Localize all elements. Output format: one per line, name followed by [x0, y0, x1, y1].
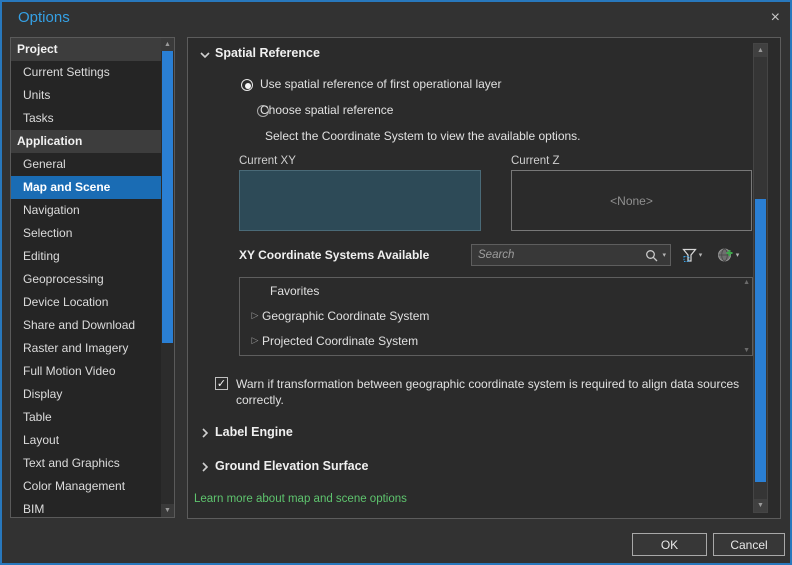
- list-scroll-up-icon[interactable]: ▲: [743, 279, 750, 286]
- main-scrollbar-thumb[interactable]: [755, 199, 766, 482]
- sidebar-item-general[interactable]: General: [11, 153, 161, 176]
- learn-more-link[interactable]: Learn more about map and scene options: [194, 493, 407, 505]
- list-item-projected[interactable]: ▷ Projected Coordinate System: [240, 328, 752, 353]
- scroll-up-icon[interactable]: ▲: [754, 44, 767, 57]
- list-item-label: Geographic Coordinate System: [262, 308, 430, 323]
- search-box[interactable]: ▾: [471, 244, 671, 266]
- sidebar-item-navigation[interactable]: Navigation: [11, 199, 161, 222]
- section-title-label-engine[interactable]: Label Engine: [215, 425, 293, 439]
- sidebar-item-device-location[interactable]: Device Location: [11, 291, 161, 314]
- current-z-value: <None>: [610, 193, 653, 208]
- search-icon[interactable]: [645, 249, 658, 262]
- options-dialog: Options × Project Current Settings Units…: [0, 0, 792, 565]
- main-panel: Spatial Reference Use spatial reference …: [187, 37, 781, 519]
- current-xy-label: Current XY: [239, 155, 296, 167]
- section-title-spatial-reference[interactable]: Spatial Reference: [215, 46, 320, 60]
- search-caret-icon[interactable]: ▾: [658, 251, 670, 259]
- radio-use-first-layer-label[interactable]: Use spatial reference of first operation…: [260, 77, 501, 91]
- sidebar-item-map-and-scene[interactable]: Map and Scene: [11, 176, 161, 199]
- coordinate-system-list: Favorites ▷ Geographic Coordinate System…: [239, 277, 753, 356]
- chevron-right-icon[interactable]: [201, 462, 209, 472]
- filter-button[interactable]: ▾: [676, 243, 708, 267]
- sidebar-item-display[interactable]: Display: [11, 383, 161, 406]
- sidebar-item-selection[interactable]: Selection: [11, 222, 161, 245]
- sidebar-item-editing[interactable]: Editing: [11, 245, 161, 268]
- chevron-down-icon[interactable]: [200, 51, 210, 59]
- sidebar-scrollbar[interactable]: ▲ ▼: [161, 38, 174, 517]
- sidebar-nav: Project Current Settings Units Tasks App…: [11, 38, 161, 517]
- list-item-geographic[interactable]: ▷ Geographic Coordinate System: [240, 303, 752, 328]
- chevron-right-icon[interactable]: [201, 428, 209, 438]
- xy-available-label: XY Coordinate Systems Available: [239, 248, 430, 262]
- close-icon[interactable]: ×: [771, 10, 780, 26]
- list-item-label: Projected Coordinate System: [262, 333, 419, 348]
- sidebar-item-tasks[interactable]: Tasks: [11, 107, 161, 130]
- sidebar-item-bim[interactable]: BIM: [11, 498, 161, 517]
- sidebar-item-units[interactable]: Units: [11, 84, 161, 107]
- checkmark-icon: ✓: [216, 378, 227, 390]
- list-scroll-down-icon[interactable]: ▼: [743, 347, 750, 354]
- sidebar-item-full-motion-video[interactable]: Full Motion Video: [11, 360, 161, 383]
- sidebar-item-current-settings[interactable]: Current Settings: [11, 61, 161, 84]
- radio-choose-spatial-reference-label[interactable]: Choose spatial reference: [260, 103, 393, 117]
- warn-checkbox[interactable]: ✓: [215, 377, 228, 390]
- sidebar-item-table[interactable]: Table: [11, 406, 161, 429]
- current-z-label: Current Z: [511, 155, 560, 167]
- sidebar: Project Current Settings Units Tasks App…: [10, 37, 175, 518]
- globe-plus-icon: [717, 248, 733, 262]
- filter-icon: [681, 248, 697, 262]
- current-xy-box[interactable]: [239, 170, 481, 231]
- scroll-down-icon[interactable]: ▼: [754, 499, 767, 512]
- sidebar-item-layout[interactable]: Layout: [11, 429, 161, 452]
- main-scrollbar[interactable]: ▲ ▼: [753, 43, 768, 513]
- sidebar-item-geoprocessing[interactable]: Geoprocessing: [11, 268, 161, 291]
- add-coordinate-system-button[interactable]: ▾: [710, 243, 746, 267]
- coordinate-system-hint: Select the Coordinate System to view the…: [265, 129, 581, 143]
- expand-icon[interactable]: ▷: [248, 310, 262, 321]
- sidebar-item-color-management[interactable]: Color Management: [11, 475, 161, 498]
- globe-caret-icon: ▾: [735, 252, 740, 259]
- scroll-up-icon[interactable]: ▲: [161, 38, 174, 51]
- sidebar-group-project: Project: [11, 38, 161, 61]
- current-z-box[interactable]: <None>: [511, 170, 752, 231]
- scroll-down-icon[interactable]: ▼: [161, 504, 174, 517]
- sidebar-item-raster-and-imagery[interactable]: Raster and Imagery: [11, 337, 161, 360]
- sidebar-group-application: Application: [11, 130, 161, 153]
- dialog-title: Options: [18, 9, 70, 26]
- radio-use-first-layer[interactable]: [241, 79, 253, 91]
- list-item-favorites[interactable]: Favorites: [240, 278, 752, 303]
- sidebar-item-text-and-graphics[interactable]: Text and Graphics: [11, 452, 161, 475]
- list-item-label: Favorites: [270, 283, 320, 298]
- filter-caret-icon: ▾: [698, 252, 703, 259]
- ok-button[interactable]: OK: [632, 533, 707, 556]
- sidebar-scrollbar-thumb[interactable]: [162, 51, 173, 343]
- expand-icon[interactable]: ▷: [248, 335, 262, 346]
- search-input[interactable]: [472, 249, 646, 261]
- section-title-ground-elevation[interactable]: Ground Elevation Surface: [215, 459, 369, 473]
- sidebar-item-share-and-download[interactable]: Share and Download: [11, 314, 161, 337]
- cancel-button[interactable]: Cancel: [713, 533, 785, 556]
- warn-checkbox-label[interactable]: Warn if transformation between geographi…: [236, 376, 764, 408]
